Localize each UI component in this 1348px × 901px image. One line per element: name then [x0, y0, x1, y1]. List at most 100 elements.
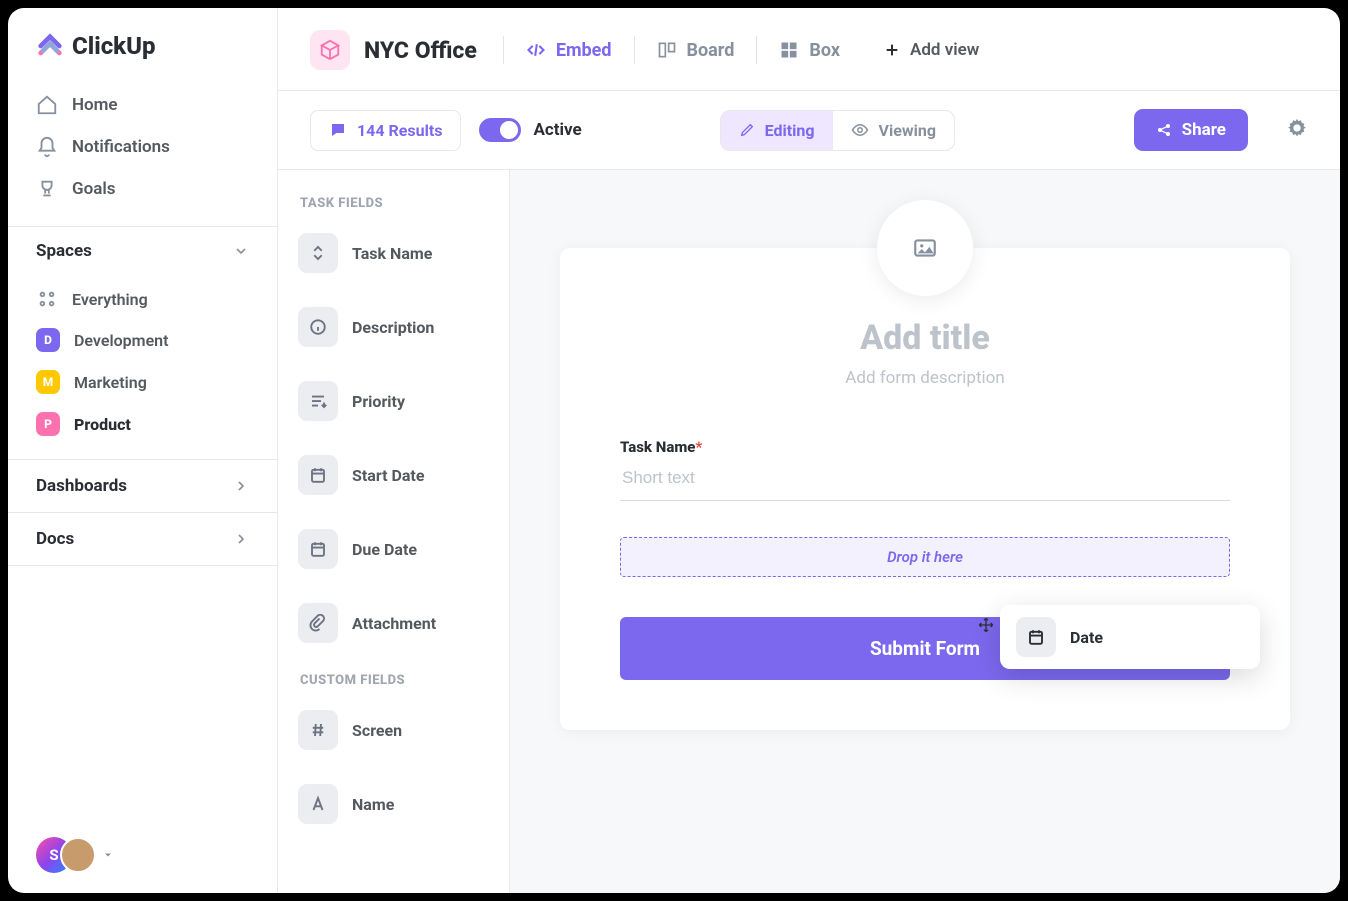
toggle-label: Active: [533, 120, 581, 140]
results-pill[interactable]: 144 Results: [310, 110, 461, 151]
spaces-heading: Spaces: [36, 241, 92, 261]
settings-button[interactable]: [1286, 117, 1308, 143]
task-fields-heading: TASK FIELDS: [300, 196, 487, 211]
view-tab-label: Box: [809, 40, 840, 61]
field-name[interactable]: Name: [294, 776, 493, 832]
share-button[interactable]: Share: [1134, 109, 1248, 151]
results-label: 144 Results: [357, 121, 442, 140]
field-description[interactable]: Description: [294, 299, 493, 355]
cube-icon: [319, 39, 341, 61]
avatar: [60, 837, 96, 873]
space-marketing[interactable]: M Marketing: [24, 361, 261, 403]
space-header: NYC Office: [310, 30, 503, 70]
view-tab-box[interactable]: Box: [756, 36, 862, 64]
space-development[interactable]: D Development: [24, 319, 261, 361]
sidebar: ClickUp Home Notifications Goals Spaces: [8, 8, 278, 893]
mode-editing-label: Editing: [765, 121, 815, 140]
text-icon: [298, 784, 338, 824]
drop-zone[interactable]: Drop it here: [620, 537, 1230, 577]
app-window: ClickUp Home Notifications Goals Spaces: [8, 8, 1340, 893]
calendar-icon: [298, 455, 338, 495]
space-title: NYC Office: [364, 37, 477, 64]
view-tab-board[interactable]: Board: [634, 36, 757, 64]
docs-label: Docs: [36, 529, 74, 549]
task-name-input[interactable]: [620, 456, 1230, 501]
mode-editing[interactable]: Editing: [721, 111, 833, 150]
nav-primary: Home Notifications Goals: [8, 78, 277, 227]
drag-chip-label: Date: [1070, 628, 1103, 647]
chevron-right-icon: [233, 478, 249, 494]
nav-goals-label: Goals: [72, 179, 116, 199]
chevron-down-icon: [233, 243, 249, 259]
mode-viewing-label: Viewing: [879, 121, 936, 140]
calendar-icon: [298, 529, 338, 569]
field-start-date[interactable]: Start Date: [294, 447, 493, 503]
field-label: Name: [352, 795, 394, 814]
view-tab-label: Embed: [556, 40, 612, 61]
logo[interactable]: ClickUp: [8, 8, 277, 78]
field-label: Start Date: [352, 466, 424, 485]
share-label: Share: [1182, 120, 1226, 140]
view-tab-embed[interactable]: Embed: [503, 36, 634, 64]
clickup-logo-icon: [36, 32, 64, 60]
caret-down-icon: [102, 849, 114, 861]
nav-home-label: Home: [72, 95, 118, 115]
space-everything-label: Everything: [72, 290, 148, 309]
space-badge: M: [36, 370, 60, 394]
nav-home[interactable]: Home: [24, 84, 261, 126]
space-everything[interactable]: Everything: [24, 279, 261, 319]
space-label: Development: [74, 331, 168, 350]
space-badge: P: [36, 412, 60, 436]
field-priority[interactable]: Priority: [294, 373, 493, 429]
field-label: Description: [352, 318, 434, 337]
toggle-switch[interactable]: [479, 118, 521, 142]
field-screen[interactable]: Screen: [294, 702, 493, 758]
mode-group: Editing Viewing: [720, 110, 955, 151]
field-label: Attachment: [352, 614, 436, 633]
home-icon: [36, 94, 58, 116]
main: NYC Office Embed Board Box Add view: [278, 8, 1340, 893]
field-label: Task Name: [352, 244, 432, 263]
nav-dashboards[interactable]: Dashboards: [8, 459, 277, 512]
nav-goals[interactable]: Goals: [24, 168, 261, 210]
dragging-field-chip[interactable]: Date: [1000, 605, 1260, 669]
paperclip-icon: [298, 603, 338, 643]
grid-icon: [36, 288, 58, 310]
comment-icon: [329, 121, 347, 139]
form-description[interactable]: Add form description: [620, 368, 1230, 388]
form-title[interactable]: Add title: [620, 318, 1230, 358]
active-toggle[interactable]: Active: [479, 118, 581, 142]
share-icon: [1156, 122, 1172, 138]
nav-notifications-label: Notifications: [72, 137, 170, 157]
box-grid-icon: [779, 40, 799, 60]
space-product[interactable]: P Product: [24, 403, 261, 445]
drop-hint: Drop it here: [887, 548, 963, 566]
field-label: Priority: [352, 392, 405, 411]
add-view-button[interactable]: Add view: [862, 40, 979, 60]
user-avatars[interactable]: S: [8, 817, 277, 893]
image-icon: [912, 235, 938, 261]
nav-notifications[interactable]: Notifications: [24, 126, 261, 168]
nav-docs[interactable]: Docs: [8, 512, 277, 566]
space-icon: [310, 30, 350, 70]
mode-viewing[interactable]: Viewing: [833, 111, 954, 150]
space-label: Marketing: [74, 373, 147, 392]
field-due-date[interactable]: Due Date: [294, 521, 493, 577]
task-name-label: Task Name*: [620, 438, 1230, 456]
dashboards-label: Dashboards: [36, 476, 127, 496]
code-icon: [526, 40, 546, 60]
form-canvas: Add title Add form description Task Name…: [510, 170, 1340, 893]
add-view-label: Add view: [910, 40, 979, 60]
view-tab-label: Board: [687, 40, 735, 61]
spaces-header[interactable]: Spaces: [8, 227, 277, 275]
form-image-button[interactable]: [877, 200, 973, 296]
plus-icon: [884, 42, 900, 58]
field-attachment[interactable]: Attachment: [294, 595, 493, 651]
info-icon: [298, 307, 338, 347]
brand-name: ClickUp: [72, 32, 156, 60]
field-label: Screen: [352, 721, 402, 740]
custom-fields-heading: CUSTOM FIELDS: [300, 673, 487, 688]
field-task-name[interactable]: Task Name: [294, 225, 493, 281]
calendar-icon: [1016, 617, 1056, 657]
spaces-list: Everything D Development M Marketing P P…: [8, 275, 277, 459]
